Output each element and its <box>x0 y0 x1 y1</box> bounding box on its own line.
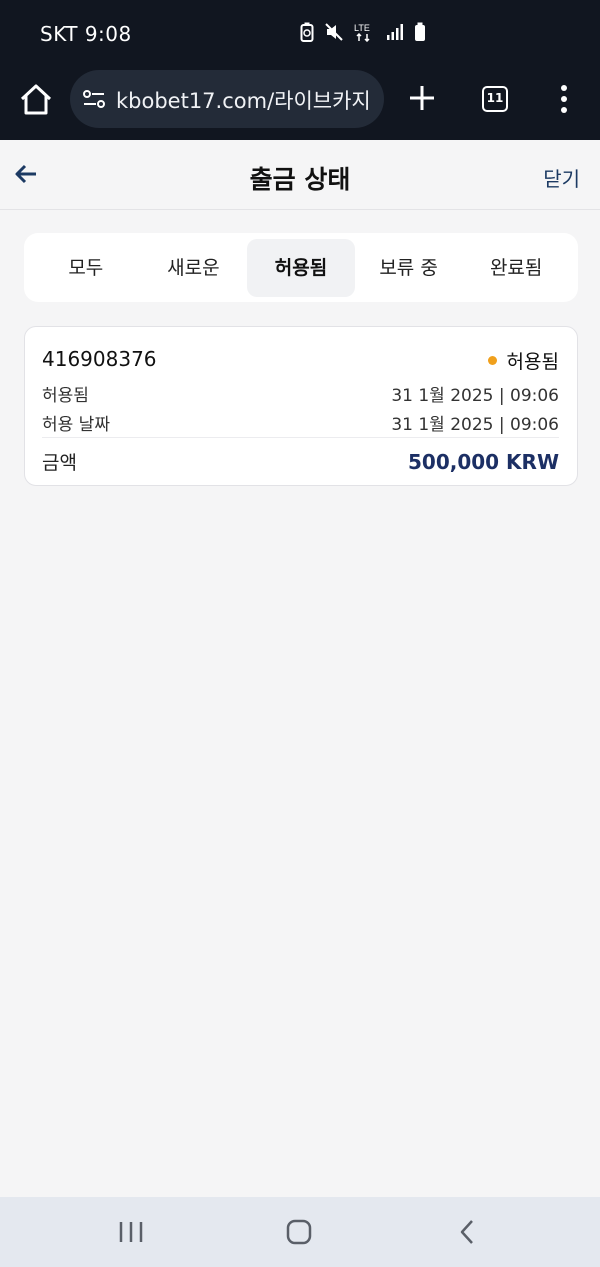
home-icon[interactable] <box>18 82 54 118</box>
transaction-id: 416908376 <box>42 347 157 371</box>
recent-apps-icon[interactable] <box>116 1219 146 1245</box>
address-bar[interactable]: kbobet17.com/라이브카지 <box>70 70 384 128</box>
amount-row: 금액 500,000 KRW <box>42 448 559 475</box>
detail-label: 허용 날짜 <box>42 415 110 435</box>
site-settings-icon[interactable] <box>82 87 106 111</box>
detail-value: 31 1월 2025 | 09:06 <box>391 415 559 435</box>
battery-saver-icon <box>300 22 314 42</box>
tab-completed[interactable]: 완료됨 <box>462 239 570 297</box>
amount-label: 금액 <box>42 452 77 474</box>
browser-toolbar: kbobet17.com/라이브카지 11 <box>0 66 600 140</box>
tab-all[interactable]: 모두 <box>32 239 140 297</box>
status-bar: SKT 9:08 LTE <box>0 0 600 66</box>
amount-value: 500,000 KRW <box>407 449 559 474</box>
lte-icon: LTE <box>354 23 370 42</box>
withdrawal-card[interactable]: 416908376 허용됨 허용됨 31 1월 2025 | 09:06 허용 … <box>24 326 578 486</box>
status-text: 허용됨 <box>506 351 559 373</box>
tab-pending[interactable]: 보류 중 <box>355 239 463 297</box>
carrier-time: SKT 9:08 <box>40 22 132 46</box>
status-badge: 허용됨 <box>487 347 559 374</box>
system-nav-bar <box>0 1197 600 1267</box>
battery-icon <box>415 22 425 41</box>
back-nav-icon[interactable] <box>454 1219 484 1245</box>
tab-approved[interactable]: 허용됨 <box>247 238 355 297</box>
status-dot <box>487 356 497 365</box>
detail-row-approval-date: 허용 날짜 31 1월 2025 | 09:06 <box>42 410 559 435</box>
detail-row-approved: 허용됨 31 1월 2025 | 09:06 <box>42 381 559 406</box>
url-text[interactable]: kbobet17.com/라이브카지 <box>116 85 378 115</box>
home-nav-icon[interactable] <box>284 1219 314 1245</box>
page-title: 출금 상태 <box>249 165 351 194</box>
signal-icon <box>387 24 403 40</box>
mute-icon <box>325 23 343 41</box>
tab-new[interactable]: 새로운 <box>140 239 248 297</box>
status-filter-tabs: 모두 새로운 허용됨 보류 중 완료됨 <box>24 233 578 302</box>
divider <box>42 437 559 438</box>
new-tab-icon[interactable] <box>408 84 436 112</box>
more-menu-icon[interactable] <box>556 84 572 114</box>
status-icons: LTE <box>300 22 426 42</box>
page-header: 출금 상태 닫기 <box>0 140 600 210</box>
close-button[interactable]: 닫기 <box>543 163 580 192</box>
tab-switcher-button[interactable]: 11 <box>482 86 508 112</box>
detail-label: 허용됨 <box>42 386 89 406</box>
detail-value: 31 1월 2025 | 09:06 <box>391 386 559 406</box>
lte-label: LTE <box>354 23 370 33</box>
